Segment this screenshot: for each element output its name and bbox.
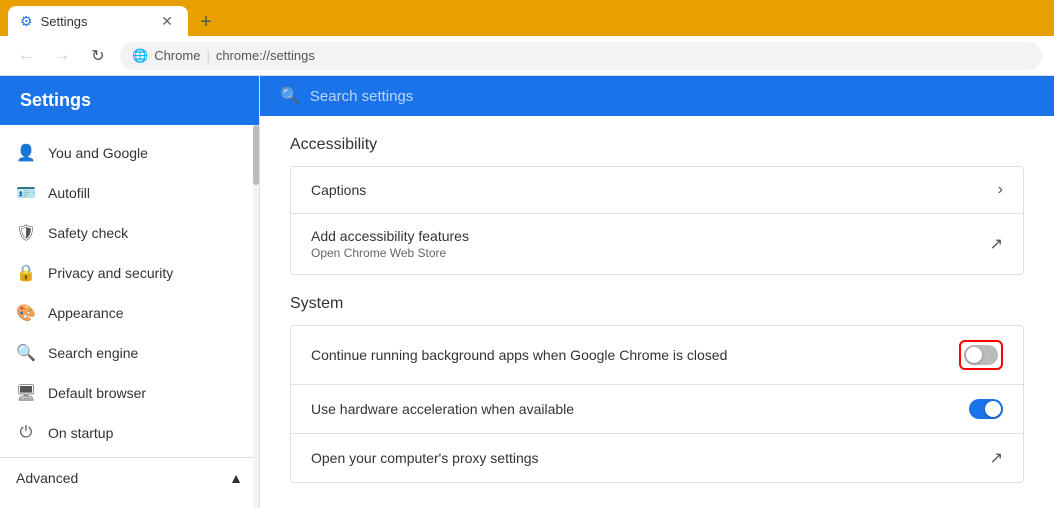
sidebar-item-advanced[interactable]: Advanced ▲ (0, 457, 259, 498)
back-button[interactable]: ← (12, 42, 40, 70)
proxy-external-link-icon: ↗ (990, 448, 1003, 468)
captions-title: Captions (311, 182, 998, 198)
new-tab-button[interactable]: + (192, 8, 220, 36)
background-apps-toggle-wrapper (959, 340, 1003, 370)
proxy-settings-text: Open your computer's proxy settings (311, 450, 990, 466)
sidebar-item-label: Appearance (48, 305, 243, 321)
sidebar-item-privacy-security[interactable]: 🔒 Privacy and security (0, 253, 259, 293)
proxy-settings-row[interactable]: Open your computer's proxy settings ↗ (291, 434, 1023, 482)
address-prefix: Chrome (154, 48, 200, 63)
sidebar-item-label: You and Google (48, 145, 243, 161)
add-accessibility-subtitle: Open Chrome Web Store (311, 246, 990, 260)
toggle-thumb (966, 347, 982, 363)
settings-wrapper: Settings 👤 You and Google 🪪 Autofill 🛡 S… (0, 76, 1054, 508)
toggle-thumb (985, 401, 1001, 417)
sidebar-item-label: Default browser (48, 385, 243, 401)
sidebar-item-safety-check[interactable]: 🛡 Safety check (0, 213, 259, 253)
advanced-label: Advanced (16, 470, 78, 486)
sidebar-item-default-browser[interactable]: 🖥 Default browser (0, 373, 259, 413)
sidebar-item-label: On startup (48, 425, 243, 441)
background-apps-text: Continue running background apps when Go… (311, 347, 959, 363)
sidebar-item-label: Autofill (48, 185, 243, 201)
person-icon: 👤 (16, 143, 36, 163)
sidebar: Settings 👤 You and Google 🪪 Autofill 🛡 S… (0, 76, 260, 508)
background-apps-toggle[interactable] (964, 345, 998, 365)
hardware-acceleration-toggle[interactable] (969, 399, 1003, 419)
hardware-acceleration-row[interactable]: Use hardware acceleration when available (291, 385, 1023, 434)
main-content: 🔍 Accessibility Captions › Add access (260, 76, 1054, 508)
captions-row-text: Captions (311, 182, 998, 198)
background-apps-title: Continue running background apps when Go… (311, 347, 959, 363)
address-bar: ← → ↻ 🌐 Chrome | chrome://settings (0, 36, 1054, 76)
badge-icon: 🪪 (16, 183, 36, 203)
power-icon: ⏻ (16, 423, 36, 443)
forward-button[interactable]: → (48, 42, 76, 70)
sidebar-title: Settings (20, 90, 91, 110)
tab-icon: ⚙ (20, 13, 33, 30)
content-area: Accessibility Captions › Add accessibili… (260, 116, 1054, 508)
add-accessibility-row-text: Add accessibility features Open Chrome W… (311, 228, 990, 260)
system-section-title: System (290, 295, 1024, 313)
sidebar-item-label: Privacy and security (48, 265, 243, 281)
sidebar-item-appearance[interactable]: 🎨 Appearance (0, 293, 259, 333)
tab-bar: ⚙ Settings ✕ + (0, 0, 1054, 36)
accessibility-card: Captions › Add accessibility features Op… (290, 166, 1024, 275)
chevron-right-icon: › (998, 181, 1003, 199)
advanced-arrow-icon: ▲ (229, 470, 243, 486)
search-bar: 🔍 (260, 76, 1054, 116)
browser-frame: ⚙ Settings ✕ + ← → ↻ 🌐 Chrome | chrome:/… (0, 0, 1054, 508)
sidebar-item-you-and-google[interactable]: 👤 You and Google (0, 133, 259, 173)
add-accessibility-title: Add accessibility features (311, 228, 990, 244)
shield-lock-icon: 🔒 (16, 263, 36, 283)
sidebar-item-autofill[interactable]: 🪪 Autofill (0, 173, 259, 213)
proxy-settings-title: Open your computer's proxy settings (311, 450, 990, 466)
system-card: Continue running background apps when Go… (290, 325, 1024, 483)
reload-button[interactable]: ↻ (84, 42, 112, 70)
browser-icon: 🖥 (16, 383, 36, 403)
hardware-acceleration-title: Use hardware acceleration when available (311, 401, 969, 417)
search-icon: 🔍 (16, 343, 36, 363)
sidebar-item-search-engine[interactable]: 🔍 Search engine (0, 333, 259, 373)
settings-tab[interactable]: ⚙ Settings ✕ (8, 6, 188, 36)
hardware-acceleration-text: Use hardware acceleration when available (311, 401, 969, 417)
add-accessibility-row[interactable]: Add accessibility features Open Chrome W… (291, 214, 1023, 274)
address-globe-icon: 🌐 (132, 48, 148, 64)
external-link-icon: ↗ (990, 234, 1003, 254)
tab-close-button[interactable]: ✕ (158, 12, 176, 30)
sidebar-item-label: Search engine (48, 345, 243, 361)
shield-icon: 🛡 (16, 223, 36, 243)
address-divider: | (206, 48, 209, 63)
sidebar-item-label: Safety check (48, 225, 243, 241)
sidebar-items: 👤 You and Google 🪪 Autofill 🛡 Safety che… (0, 125, 259, 508)
tab-title: Settings (41, 14, 150, 29)
sidebar-header: Settings (0, 76, 259, 125)
palette-icon: 🎨 (16, 303, 36, 323)
background-apps-row[interactable]: Continue running background apps when Go… (291, 326, 1023, 385)
search-input[interactable] (310, 88, 1034, 105)
accessibility-section-title: Accessibility (290, 136, 1024, 154)
search-icon: 🔍 (280, 86, 300, 106)
address-url: chrome://settings (216, 48, 315, 63)
address-input[interactable]: 🌐 Chrome | chrome://settings (120, 42, 1042, 70)
sidebar-item-on-startup[interactable]: ⏻ On startup (0, 413, 259, 453)
captions-row[interactable]: Captions › (291, 167, 1023, 214)
